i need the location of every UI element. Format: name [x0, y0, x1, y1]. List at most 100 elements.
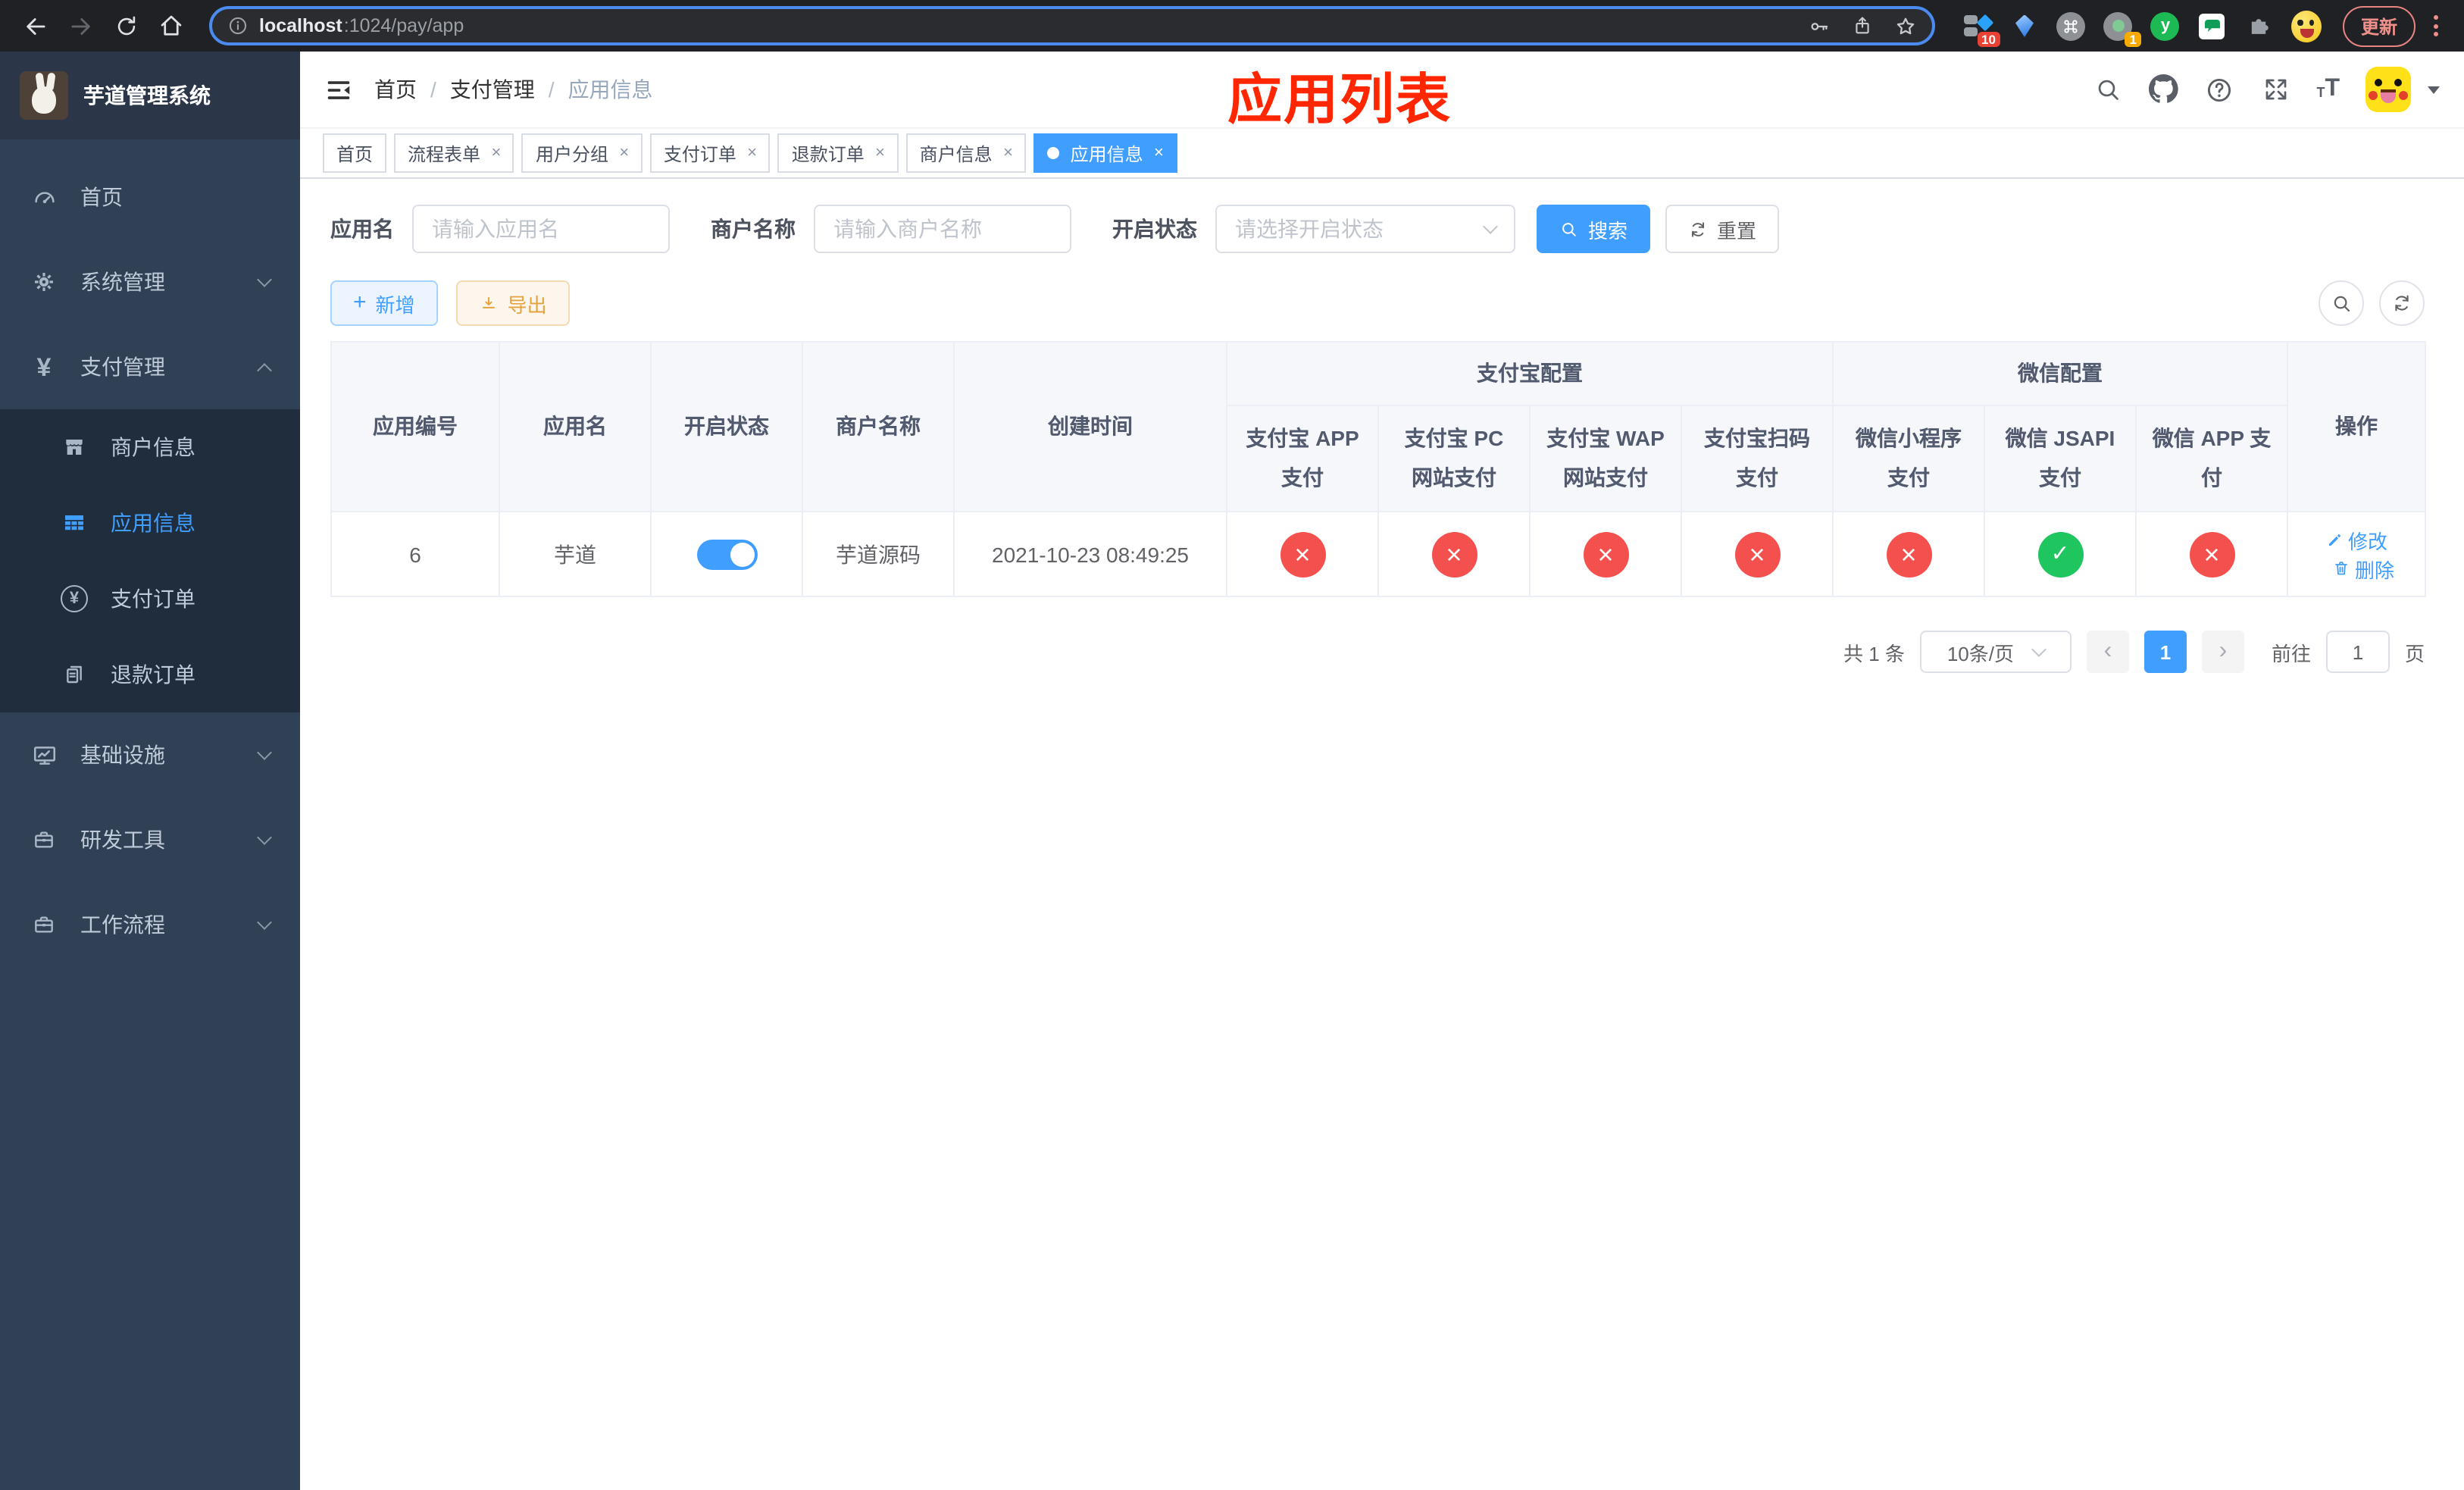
gear-icon [30, 268, 58, 296]
reset-button[interactable]: 重置 [1665, 205, 1780, 253]
col-header-alipay-app: 支付宝 APP 支付 [1226, 405, 1379, 512]
y-extension-icon[interactable]: y [2150, 11, 2181, 41]
status-fail-icon [1886, 531, 1931, 577]
extensions-puzzle-icon[interactable] [2244, 11, 2275, 41]
screenshot-root: localhost :1024/pay/app 10 1 y 更新 芋道管理系统… [0, 0, 2464, 1490]
table-toolbar: 新增 导出 [330, 280, 2425, 326]
sidebar-item-label: 退款订单 [111, 662, 195, 687]
chat-extension-icon[interactable] [2197, 11, 2228, 41]
sidebar-item-label: 研发工具 [80, 828, 165, 852]
breadcrumb-home[interactable]: 首页 [374, 74, 417, 105]
col-header-wechat-lite: 微信小程序支付 [1832, 405, 1985, 512]
breadcrumb-separator: / [548, 77, 555, 102]
sidebar-item-dev-tools[interactable]: 研发工具 [0, 797, 300, 882]
close-icon[interactable] [1154, 145, 1164, 161]
sidebar-item-system[interactable]: 系统管理 [0, 239, 300, 324]
rabbit-logo-avatar [20, 71, 68, 120]
close-icon[interactable] [491, 145, 501, 161]
status-toggle[interactable] [696, 539, 757, 569]
kite-extension-icon[interactable] [2009, 11, 2040, 41]
cell-created: 2021-10-23 08:49:25 [953, 511, 1227, 597]
payment-submenu: 商户信息 应用信息 支付订单 退款订单 [0, 409, 300, 712]
status-fail-icon [1280, 531, 1325, 577]
recorder-extension-icon[interactable]: 1 [2103, 11, 2141, 47]
tab-home[interactable]: 首页 [323, 133, 387, 173]
sidebar-item-infrastructure[interactable]: 基础设施 [0, 712, 300, 797]
sidebar-item-label: 支付管理 [80, 355, 165, 379]
sidebar-extension-icon[interactable]: 10 [1962, 11, 2000, 47]
profile-avatar-emoji[interactable] [2290, 10, 2322, 42]
sidebar-item-workflow[interactable]: 工作流程 [0, 882, 300, 967]
cell-merchant: 芋道源码 [802, 511, 955, 597]
app-name-input[interactable] [412, 205, 670, 253]
edit-link[interactable]: 修改 [2325, 525, 2387, 554]
status-fail-icon [2189, 531, 2234, 577]
sidebar-subitem-pay-order[interactable]: 支付订单 [0, 561, 300, 637]
chrome-menu-icon[interactable] [2425, 12, 2446, 39]
sidebar-item-payment[interactable]: 支付管理 [0, 324, 300, 409]
browser-forward-button[interactable] [61, 6, 100, 45]
chevron-down-icon [257, 915, 272, 930]
command-extension-icon[interactable] [2056, 11, 2087, 41]
storefront-icon [61, 434, 88, 461]
document-icon [61, 661, 88, 688]
goto-page-input[interactable] [2325, 631, 2390, 673]
tab-user-group[interactable]: 用户分组 [521, 133, 643, 173]
address-bar[interactable]: localhost :1024/pay/app [209, 6, 1935, 45]
close-icon[interactable] [875, 145, 885, 161]
sidebar-collapse-icon[interactable] [324, 75, 353, 104]
user-avatar[interactable] [2366, 67, 2411, 112]
chrome-update-button[interactable]: 更新 [2342, 5, 2416, 46]
status-label: 开启状态 [1112, 217, 1197, 241]
sidebar-subitem-refund-order[interactable]: 退款订单 [0, 637, 300, 712]
col-header-app-name: 应用名 [499, 341, 652, 512]
status-fail-icon [1734, 531, 1780, 577]
app-title: 芋道管理系统 [83, 83, 211, 108]
tab-pay-order[interactable]: 支付订单 [649, 133, 771, 173]
delete-link[interactable]: 删除 [2332, 554, 2394, 583]
prev-page-button[interactable] [2086, 631, 2129, 673]
search-icon[interactable] [2092, 74, 2122, 105]
breadcrumb-payment[interactable]: 支付管理 [450, 74, 535, 105]
search-button[interactable]: 搜索 [1537, 205, 1651, 253]
tab-app-info[interactable]: 应用信息 [1033, 133, 1177, 173]
tab-refund-order[interactable]: 退款订单 [777, 133, 899, 173]
github-icon[interactable] [2148, 74, 2178, 105]
pagination: 共 1 条 10条/页 1 前往 页 [330, 631, 2425, 673]
col-header-app-id: 应用编号 [330, 341, 500, 512]
sidebar-subitem-app-info[interactable]: 应用信息 [0, 485, 300, 561]
fullscreen-icon[interactable] [2260, 74, 2290, 105]
close-icon[interactable] [747, 145, 757, 161]
next-page-button[interactable] [2201, 631, 2244, 673]
sidebar-logo[interactable]: 芋道管理系统 [0, 52, 300, 139]
tab-flow-form[interactable]: 流程表单 [394, 133, 514, 173]
status-select[interactable]: 请选择开启状态 [1215, 205, 1515, 253]
toggle-search-button[interactable] [2319, 280, 2364, 326]
extension-badge: 10 [1977, 31, 2000, 47]
close-icon[interactable] [1003, 145, 1013, 161]
font-size-icon[interactable] [2316, 77, 2340, 102]
table-row: 6 芋道 芋道源码 2021-10-23 08:49:25 × × × × × … [330, 511, 2427, 597]
close-icon[interactable] [619, 145, 629, 161]
avatar-caret-down-icon[interactable] [2428, 86, 2440, 93]
group-header-wechat: 微信配置 [1831, 341, 2289, 406]
merchant-name-input[interactable] [814, 205, 1071, 253]
refresh-button[interactable] [2379, 280, 2425, 326]
browser-reload-button[interactable] [106, 6, 145, 45]
tab-merchant-info[interactable]: 商户信息 [905, 133, 1027, 173]
bookmark-star-icon[interactable] [1894, 14, 1917, 37]
col-header-alipay-wap: 支付宝 WAP 网站支付 [1529, 405, 1682, 512]
sidebar-subitem-merchant-info[interactable]: 商户信息 [0, 409, 300, 485]
sidebar-item-home[interactable]: 首页 [0, 155, 300, 239]
browser-back-button[interactable] [15, 6, 55, 45]
browser-home-button[interactable] [152, 6, 191, 45]
site-info-icon[interactable] [227, 15, 249, 36]
col-header-alipay-qr: 支付宝扫码支付 [1681, 405, 1834, 512]
current-page-button[interactable]: 1 [2143, 631, 2187, 673]
help-icon[interactable] [2204, 74, 2234, 105]
add-button[interactable]: 新增 [330, 280, 438, 326]
share-icon[interactable] [1852, 15, 1873, 36]
export-button[interactable]: 导出 [455, 280, 570, 326]
page-size-select[interactable]: 10条/页 [1919, 631, 2072, 673]
password-key-icon[interactable] [1808, 14, 1831, 37]
